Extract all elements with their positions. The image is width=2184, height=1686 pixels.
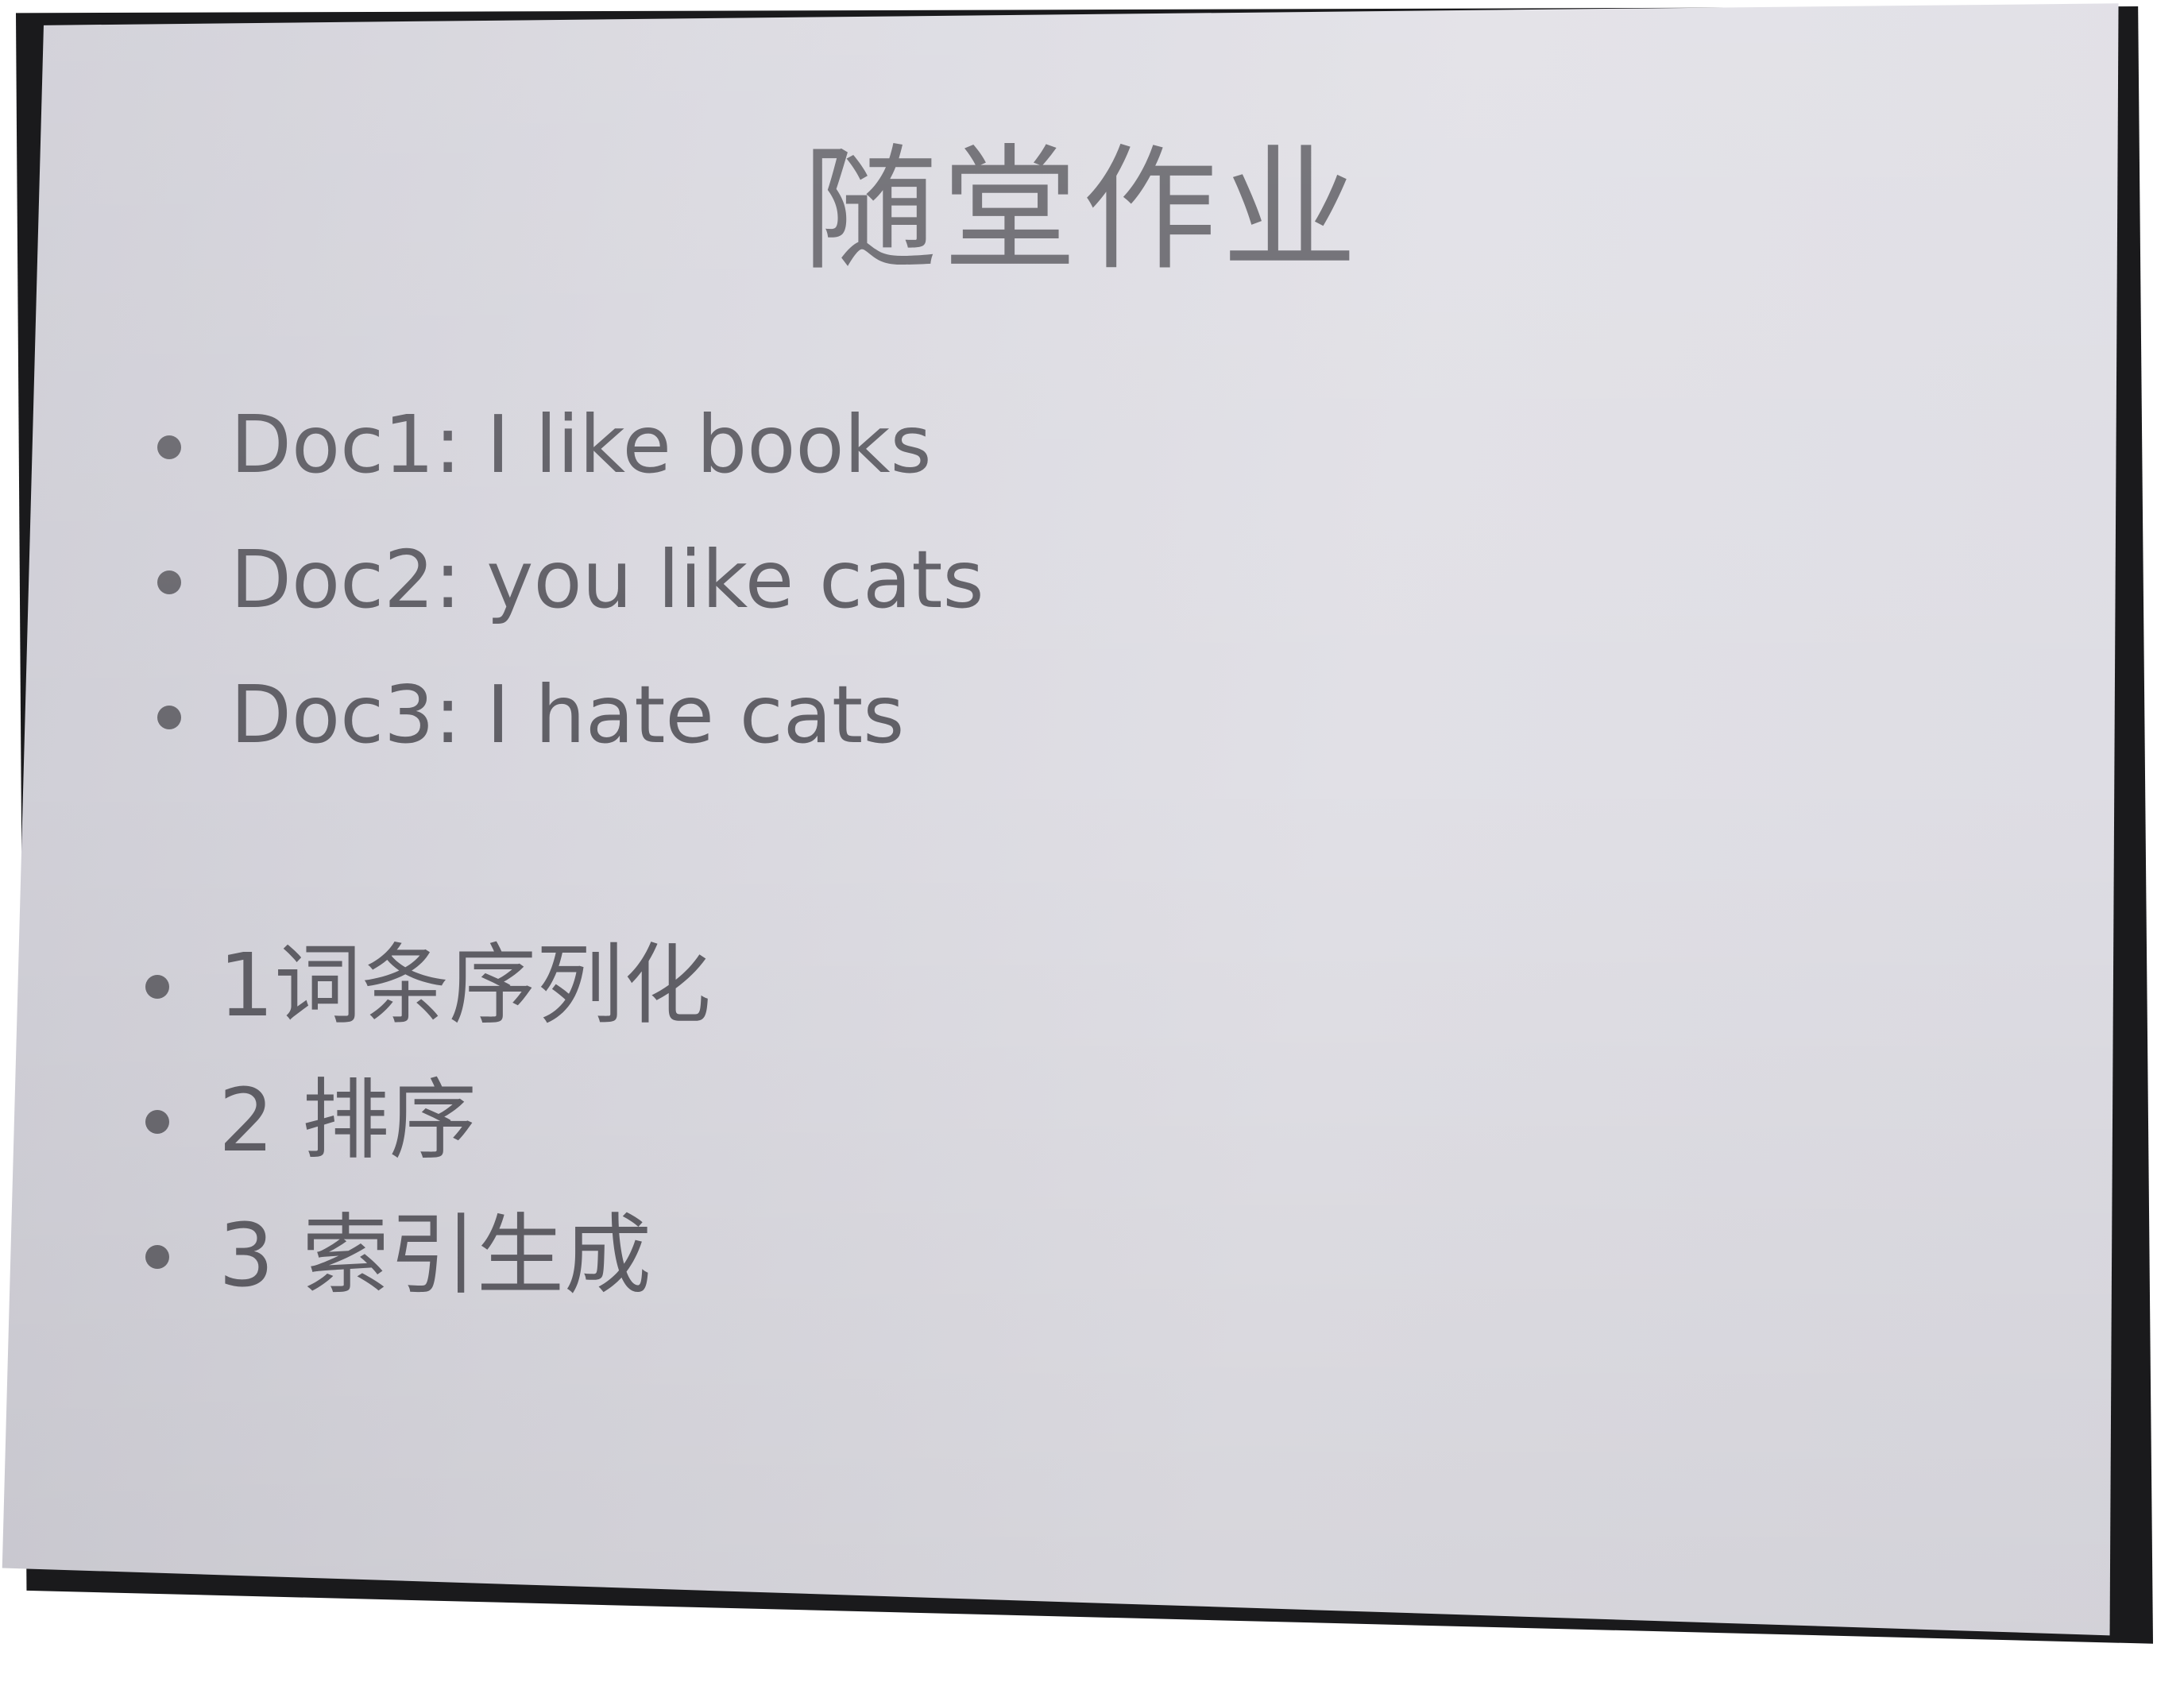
document-item-3: Doc3: I hate cats — [157, 675, 984, 810]
photo-scene: 随堂作业 Doc1: I like books Doc2: you like c… — [0, 0, 2184, 1686]
document-item-2: Doc2: you like cats — [157, 540, 984, 675]
step-item-1: 1词条序列化 — [145, 942, 711, 1077]
document-text: Doc2: you like cats — [230, 533, 984, 626]
bullet-dot-icon — [145, 1110, 169, 1134]
step-text: 2 排序 — [218, 1069, 477, 1171]
document-item-1: Doc1: I like books — [157, 405, 984, 540]
step-text: 1词条序列化 — [218, 934, 711, 1036]
step-list: 1词条序列化 2 排序 3 索引生成 — [145, 942, 711, 1347]
document-text: Doc1: I like books — [230, 398, 932, 491]
bullet-dot-icon — [145, 975, 169, 999]
document-list: Doc1: I like books Doc2: you like cats D… — [157, 405, 984, 810]
bullet-dot-icon — [157, 435, 181, 459]
step-text: 3 索引生成 — [218, 1205, 651, 1306]
step-item-2: 2 排序 — [145, 1077, 711, 1212]
document-text: Doc3: I hate cats — [230, 668, 905, 761]
slide-title: 随堂作业 — [802, 132, 1363, 289]
bullet-dot-icon — [157, 570, 181, 594]
bullet-dot-icon — [145, 1245, 169, 1269]
presentation-slide: 随堂作业 Doc1: I like books Doc2: you like c… — [2, 3, 2119, 1636]
step-item-3: 3 索引生成 — [145, 1212, 711, 1347]
bullet-dot-icon — [157, 706, 181, 729]
